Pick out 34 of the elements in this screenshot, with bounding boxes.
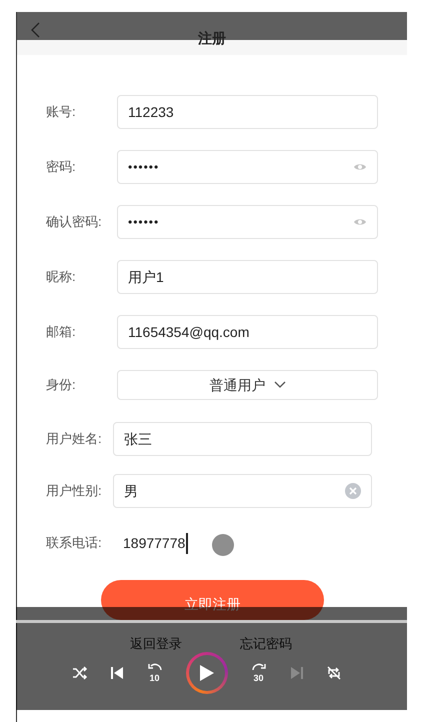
field-label: 邮箱: xyxy=(46,323,77,342)
rewind-button[interactable]: 10 xyxy=(146,663,164,683)
field-label: 用户姓名: xyxy=(46,430,103,448)
field-label: 昵称: xyxy=(46,268,77,286)
input-field[interactable]: 112233 xyxy=(117,95,378,129)
clear-icon[interactable] xyxy=(345,483,361,499)
touch-indicator-icon xyxy=(212,534,234,556)
input-field[interactable]: 11654354@qq.com xyxy=(117,315,378,349)
seconds-label: 10 xyxy=(149,674,160,683)
back-icon[interactable] xyxy=(30,22,40,38)
eye-icon[interactable] xyxy=(353,162,367,172)
shuffle-icon[interactable] xyxy=(72,666,88,680)
field-label: 账号: xyxy=(46,103,77,122)
repeat-off-icon[interactable] xyxy=(326,665,342,681)
chevron-down-icon xyxy=(274,381,286,389)
input-field[interactable]: 张三 xyxy=(113,422,372,456)
rotate-right-icon xyxy=(252,663,266,671)
skip-back-icon[interactable] xyxy=(110,666,124,680)
field-label: 联系电话: xyxy=(46,534,103,552)
rotate-left-icon xyxy=(148,663,162,671)
field-label: 用户性别: xyxy=(46,482,103,500)
fast-forward-button[interactable]: 30 xyxy=(250,663,268,683)
play-icon xyxy=(198,664,214,682)
eye-icon[interactable] xyxy=(353,217,367,227)
input-field[interactable]: 18977778 xyxy=(123,532,188,554)
field-label: 密码: xyxy=(46,158,77,176)
role-select[interactable]: 普通用户 xyxy=(117,370,378,400)
input-field[interactable]: 用户1 xyxy=(117,260,378,294)
seconds-label: 30 xyxy=(253,674,264,683)
field-label: 确认密码: xyxy=(46,213,103,232)
input-field[interactable]: •••••• xyxy=(117,205,378,239)
input-field[interactable]: •••••• xyxy=(117,150,378,184)
field-label: 身份: xyxy=(46,376,77,394)
input-field[interactable]: 男 xyxy=(113,474,372,508)
